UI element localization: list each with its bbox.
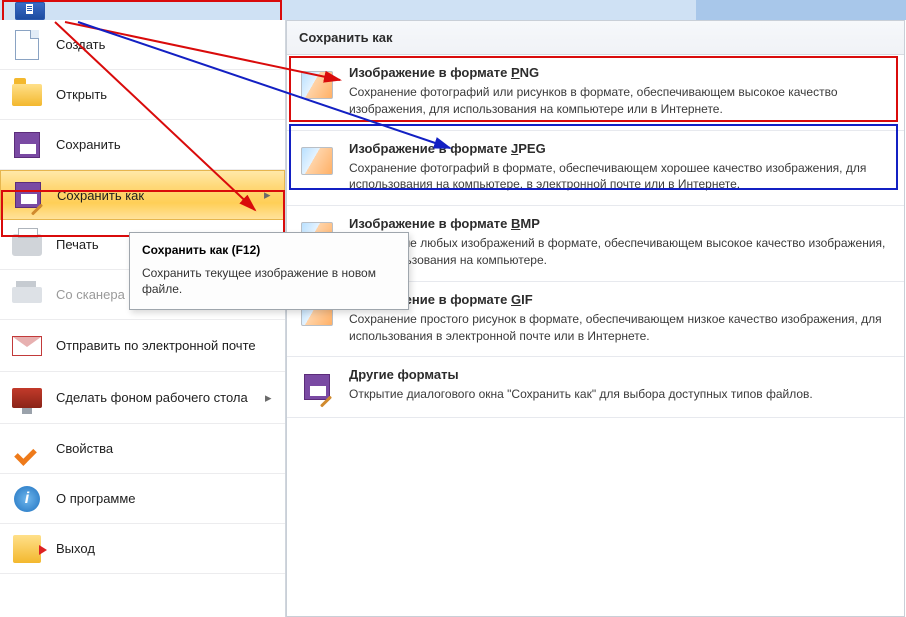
printer-icon: [10, 228, 44, 262]
chevron-right-icon: ▸: [264, 187, 274, 203]
save-as-submenu: Сохранить как Изображение в формате PNG …: [286, 20, 905, 617]
scanner-icon: [10, 278, 44, 312]
option-title: Изображение в формате PNG: [349, 65, 892, 80]
submenu-header: Сохранить как: [287, 21, 904, 55]
app-menu-button[interactable]: [15, 2, 45, 20]
menu-item-label: Сохранить: [56, 137, 285, 152]
option-description: Сохранение фотографий или рисунков в фор…: [349, 84, 892, 118]
menu-item-label: Сохранить как: [57, 188, 264, 203]
tooltip-title: Сохранить как (F12): [142, 243, 396, 257]
menu-item-save[interactable]: Сохранить: [0, 120, 285, 170]
image-png-icon: [299, 67, 335, 103]
file-menu: Создать Открыть Сохранить Сохранить как …: [0, 20, 286, 617]
menu-item-email[interactable]: Отправить по электронной почте: [0, 320, 285, 372]
menu-item-save-as[interactable]: Сохранить как ▸: [0, 170, 285, 220]
menu-item-label: Отправить по электронной почте: [56, 338, 285, 353]
desktop-icon: [10, 381, 44, 415]
checkmark-icon: [10, 432, 44, 466]
chevron-right-icon: ▸: [265, 390, 275, 406]
image-jpeg-icon: [299, 143, 335, 179]
option-title: Другие форматы: [349, 367, 892, 382]
document-icon: [24, 2, 36, 20]
menu-item-wallpaper[interactable]: Сделать фоном рабочего стола ▸: [0, 372, 285, 424]
menu-item-about[interactable]: i О программе: [0, 474, 285, 524]
menu-item-label: Свойства: [56, 441, 285, 456]
saveas-option-png[interactable]: Изображение в формате PNG Сохранение фот…: [287, 55, 904, 131]
menu-item-label: Открыть: [56, 87, 285, 102]
tooltip-save-as: Сохранить как (F12) Сохранить текущее из…: [129, 232, 409, 310]
menu-item-open[interactable]: Открыть: [0, 70, 285, 120]
option-description: Сохранение фотографий в формате, обеспеч…: [349, 160, 892, 194]
open-folder-icon: [10, 78, 44, 112]
menu-item-label: Сделать фоном рабочего стола: [56, 390, 265, 405]
menu-item-label: Выход: [56, 541, 285, 556]
save-as-icon: [11, 178, 45, 212]
menu-item-label: Создать: [56, 37, 285, 52]
option-title: Изображение в формате BMP: [349, 216, 892, 231]
menu-item-new[interactable]: Создать: [0, 20, 285, 70]
option-description: Сохранение любых изображений в формате, …: [349, 235, 892, 269]
email-icon: [10, 329, 44, 363]
menu-item-label: О программе: [56, 491, 285, 506]
title-bar-right: [696, 0, 906, 20]
menu-item-exit[interactable]: Выход: [0, 524, 285, 574]
save-icon: [10, 128, 44, 162]
exit-icon: [10, 532, 44, 566]
option-description: Сохранение простого рисунок в формате, о…: [349, 311, 892, 345]
option-title: Изображение в формате JPEG: [349, 141, 892, 156]
option-title: Изображение в формате GIF: [349, 292, 892, 307]
tooltip-body: Сохранить текущее изображение в новом фа…: [142, 265, 396, 297]
option-description: Открытие диалогового окна "Сохранить как…: [349, 386, 892, 403]
other-formats-icon: [299, 369, 335, 405]
new-file-icon: [10, 28, 44, 62]
info-icon: i: [10, 482, 44, 516]
saveas-option-other[interactable]: Другие форматы Открытие диалогового окна…: [287, 357, 904, 418]
saveas-option-jpeg[interactable]: Изображение в формате JPEG Сохранение фо…: [287, 131, 904, 207]
menu-item-properties[interactable]: Свойства: [0, 424, 285, 474]
